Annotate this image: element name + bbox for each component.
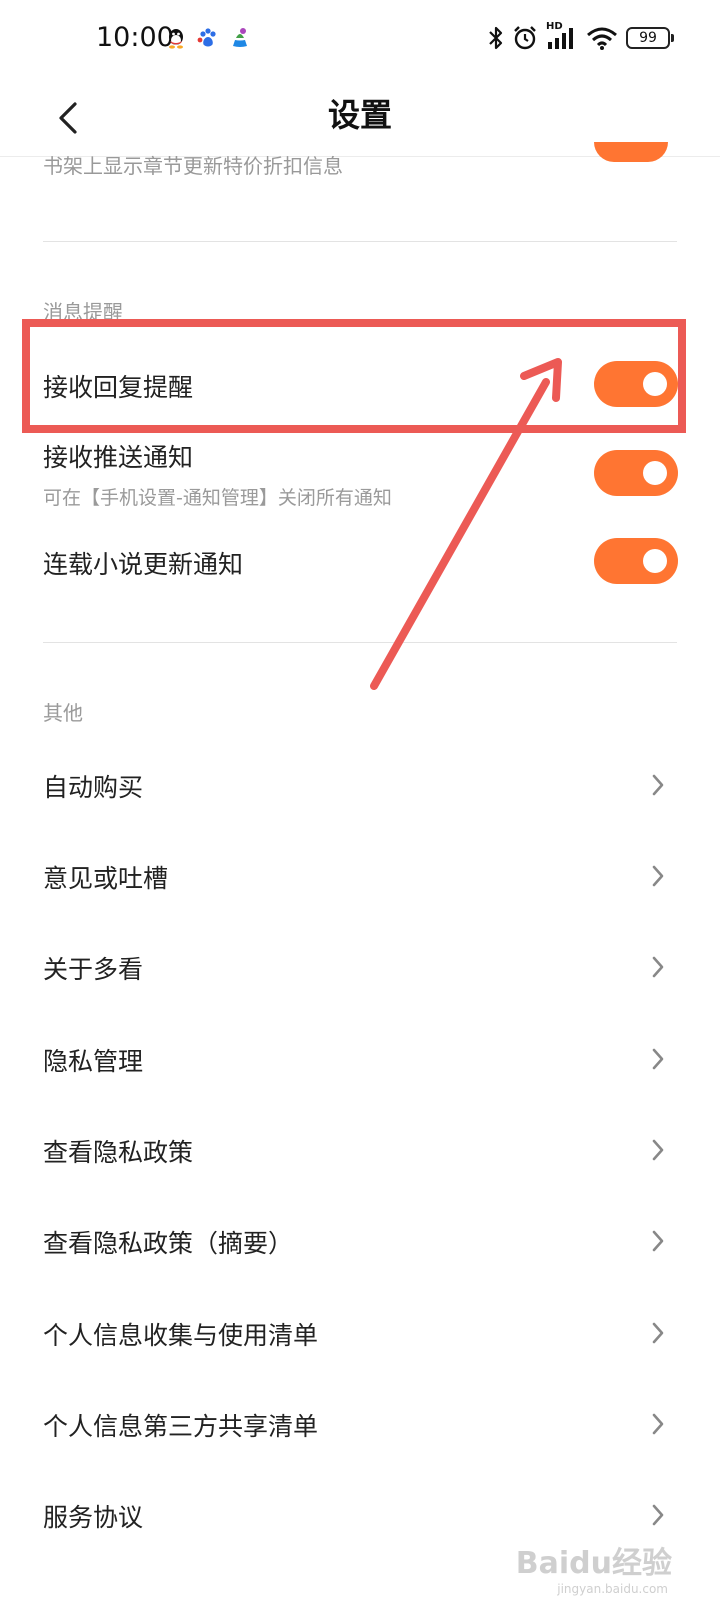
chevron-right-icon (652, 1230, 664, 1252)
chevron-right-icon (652, 1048, 664, 1070)
privacy-summary-item[interactable]: 查看隐私政策（摘要） (0, 1196, 720, 1288)
chevron-right-icon (652, 1413, 664, 1435)
auto-purchase-label: 自动购买 (43, 773, 144, 802)
feedback-item[interactable]: 意见或吐槽 (0, 831, 720, 923)
annotation-arrow (370, 358, 562, 690)
service-agreement-label: 服务协议 (43, 1503, 144, 1532)
privacy-summary-label: 查看隐私政策（摘要） (43, 1229, 294, 1258)
chevron-right-icon (652, 1139, 664, 1161)
chevron-right-icon (652, 774, 664, 796)
watermark-url: jingyan.baidu.com (557, 1582, 668, 1596)
third-party-sharing-item[interactable]: 个人信息第三方共享清单 (0, 1379, 720, 1471)
auto-purchase-item[interactable]: 自动购买 (0, 740, 720, 832)
data-collection-list-label: 个人信息收集与使用清单 (43, 1321, 319, 1350)
privacy-management-item[interactable]: 隐私管理 (0, 1014, 720, 1106)
privacy-policy-label: 查看隐私政策 (43, 1138, 194, 1167)
chevron-right-icon (652, 1504, 664, 1526)
watermark-logo: Baidu经验 (515, 1546, 672, 1581)
about-item[interactable]: 关于多看 (0, 922, 720, 1014)
privacy-management-label: 隐私管理 (43, 1047, 144, 1076)
about-label: 关于多看 (43, 955, 144, 984)
third-party-sharing-label: 个人信息第三方共享清单 (43, 1412, 319, 1441)
chevron-right-icon (652, 1322, 664, 1344)
privacy-policy-item[interactable]: 查看隐私政策 (0, 1105, 720, 1197)
feedback-label: 意见或吐槽 (43, 864, 169, 893)
data-collection-list-item[interactable]: 个人信息收集与使用清单 (0, 1288, 720, 1380)
chevron-right-icon (652, 865, 664, 887)
chevron-right-icon (652, 956, 664, 978)
